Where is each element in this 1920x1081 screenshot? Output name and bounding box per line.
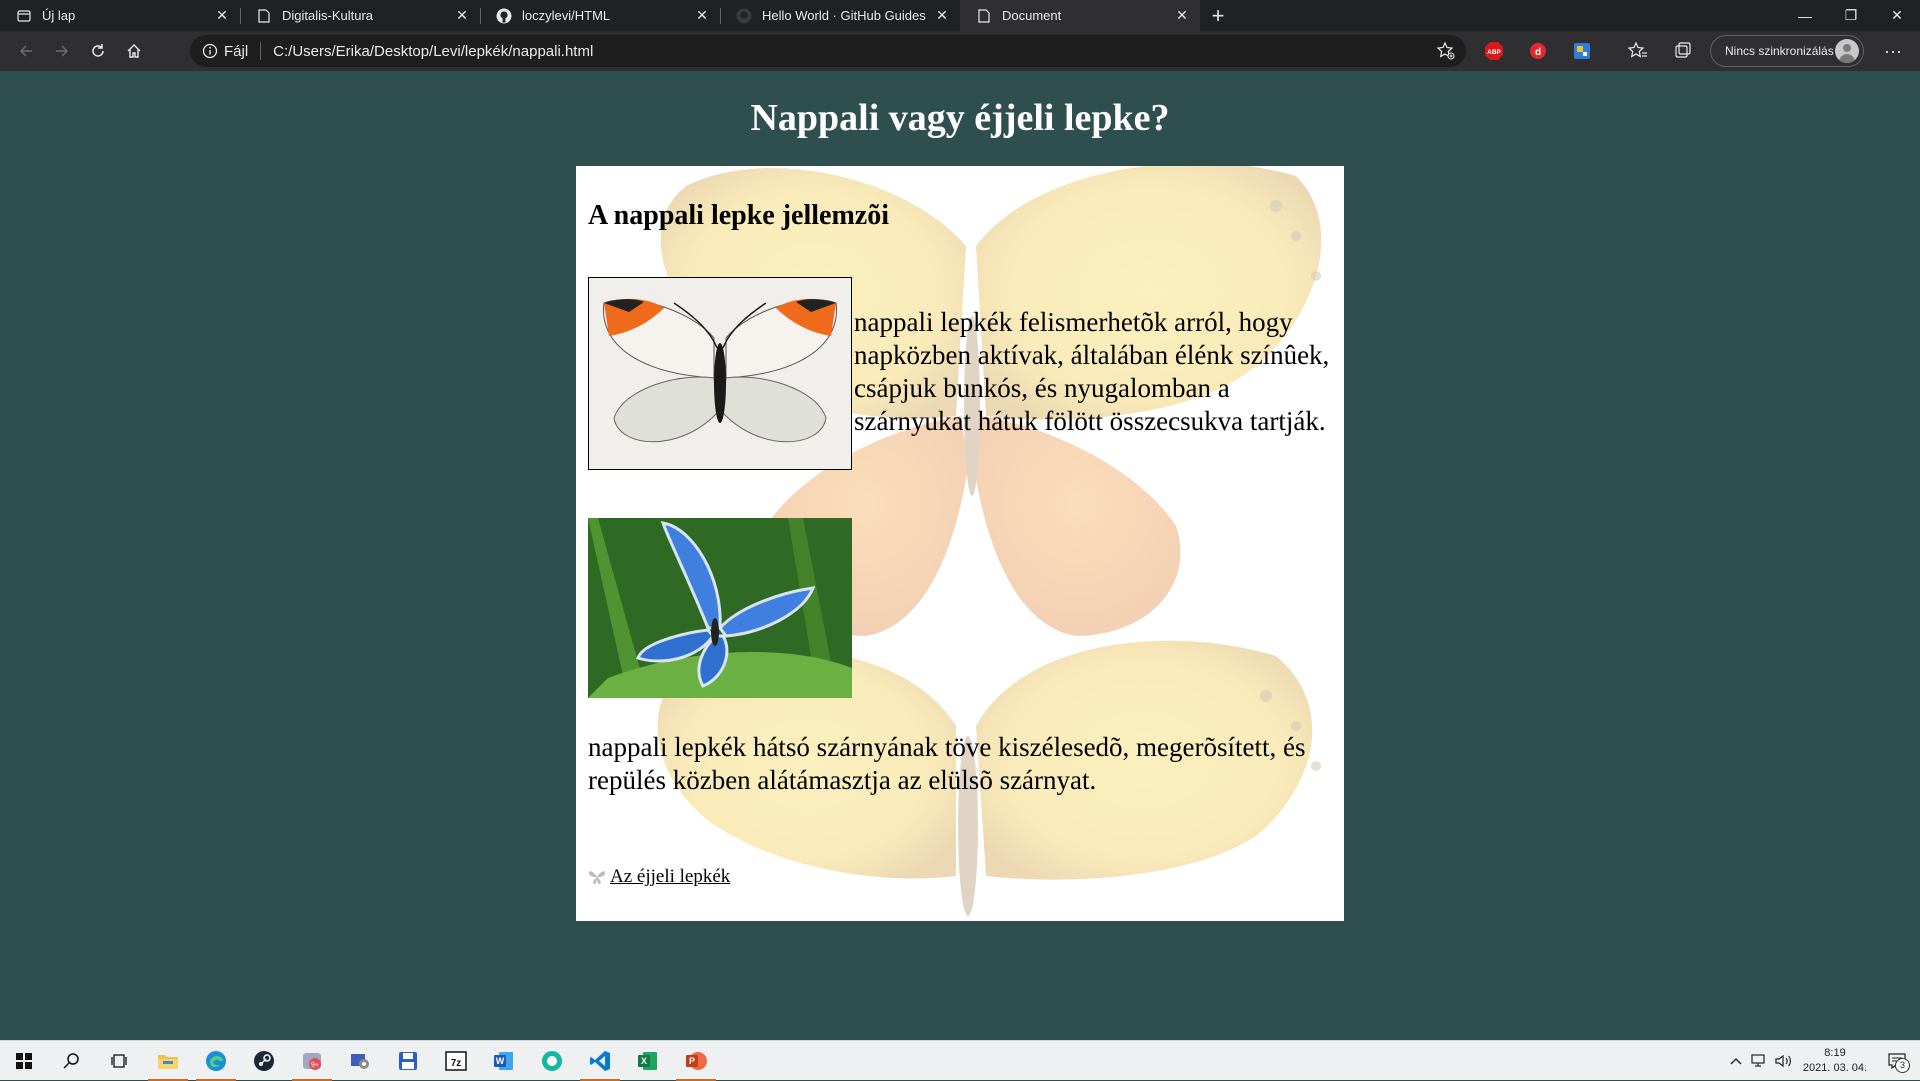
avatar [1835,39,1859,63]
notification-count-badge: 3 [1895,1057,1910,1073]
task-view-icon[interactable] [96,1041,144,1081]
favorites-icon[interactable] [1626,39,1650,63]
tab-close-icon[interactable]: ✕ [934,7,950,24]
svg-text:X: X [641,1056,647,1066]
profile-button[interactable]: Nincs szinkronizálás [1710,35,1864,67]
chevron-up-icon[interactable] [1724,1041,1748,1081]
profile-label: Nincs szinkronizálás [1725,44,1834,58]
page-title: Nappali vagy éjjeli lepke? [750,97,1170,139]
page-icon [256,8,272,24]
app-red-icon[interactable]: 9+ [288,1041,336,1081]
tab-title: Digitalis-Kultura [282,8,374,23]
minimize-icon[interactable]: — [1782,0,1828,31]
ext-blue-icon[interactable] [1570,39,1594,63]
excel-icon[interactable]: X [624,1041,672,1081]
tab-close-icon[interactable]: ✕ [1174,7,1190,24]
svg-text:W: W [496,1056,505,1066]
taskbar: 9+ 7z W X P 8:19 2021. 03. 04. 3 [0,1040,1920,1081]
ext-red-icon[interactable]: d [1526,39,1550,63]
more-menu-icon[interactable]: ··· [1878,39,1908,63]
github-icon [736,8,752,24]
tab-loczylevi-html[interactable]: loczylevi/HTML ✕ [480,0,720,31]
night-moths-link-wrapper: Az éjjeli lepkék [588,866,730,888]
site-info[interactable]: Fájl [202,42,262,60]
vscode-icon[interactable] [576,1041,624,1081]
orange-tip-butterfly-image [588,277,852,470]
clock-date: 2021. 03. 04. [1802,1061,1868,1074]
tab-hello-world[interactable]: Hello World · GitHub Guides ✕ [720,0,960,31]
tab-strip: Új lap ✕ Digitalis-Kultura ✕ loczylevi/H… [0,0,1920,31]
svg-text:7z: 7z [451,1058,462,1069]
night-moths-link[interactable]: Az éjjeli lepkék [610,866,730,888]
github-icon [496,8,512,24]
restore-icon[interactable]: ❐ [1828,0,1874,31]
tab-digitalis-kultura[interactable]: Digitalis-Kultura ✕ [240,0,480,31]
tab-title: Hello World · GitHub Guides [762,8,926,23]
content-panel: A nappali lepke jellemzõi nappali lepkék… [576,166,1344,921]
word-icon[interactable]: W [480,1041,528,1081]
7zip-icon[interactable]: 7z [432,1041,480,1081]
notification-center-icon[interactable]: 3 [1874,1041,1920,1081]
address-bar[interactable]: Fájl C:/Users/Erika/Desktop/Levi/lepkék/… [190,35,1466,67]
tab-new-tab[interactable]: Új lap ✕ [0,0,240,31]
forward-icon[interactable] [44,35,80,67]
tab-close-icon[interactable]: ✕ [694,7,710,24]
protocol-label: Fájl [224,42,249,60]
back-icon[interactable] [8,35,44,67]
svg-text:d: d [1535,47,1541,58]
window-controls: — ❐ ✕ [1782,0,1920,31]
new-tab-icon [16,8,32,24]
browser-toolbar: Fájl C:/Users/Erika/Desktop/Levi/lepkék/… [0,31,1920,71]
paragraph-daytime-traits: nappali lepkék felismerhetõk arról, hogy… [854,307,1330,436]
tab-close-icon[interactable]: ✕ [454,7,470,24]
tab-close-icon[interactable]: ✕ [214,7,230,24]
powerpoint-icon[interactable]: P [672,1041,720,1081]
favorites-add-icon[interactable] [1436,41,1456,65]
home-icon[interactable] [116,35,152,67]
refresh-icon[interactable] [80,35,116,67]
page-icon [976,8,992,24]
tab-title: Új lap [42,8,76,23]
blue-butterfly-image [588,518,852,698]
page-viewport: Nappali vagy éjjeli lepke? A nappali lep… [0,71,1920,1040]
tab-document[interactable]: Document ✕ [960,0,1200,31]
tab-title: loczylevi/HTML [522,8,611,23]
section-heading: A nappali lepke jellemzõi [588,200,889,231]
floppy-save-icon[interactable] [384,1041,432,1081]
network-icon[interactable] [1748,1041,1772,1081]
svg-text:9+: 9+ [311,1062,319,1069]
clock[interactable]: 8:19 2021. 03. 04. [1796,1046,1874,1076]
paragraph-hindwing: nappali lepkék hátsó szárnyának töve kis… [588,732,1306,795]
tab-title: Document [1002,8,1062,23]
start-icon[interactable] [0,1041,48,1081]
edge-icon[interactable] [192,1041,240,1081]
app-people-icon[interactable] [336,1041,384,1081]
system-tray: 8:19 2021. 03. 04. 3 [1724,1041,1920,1081]
app-green-icon[interactable] [528,1041,576,1081]
adblock-icon[interactable]: ABP [1482,39,1506,63]
new-tab-button[interactable]: + [1200,0,1236,31]
svg-text:P: P [689,1056,695,1066]
butterfly-icon [588,871,606,885]
url-text: C:/Users/Erika/Desktop/Levi/lepkék/nappa… [273,42,594,60]
svg-text:ABP: ABP [1487,49,1501,56]
info-icon [202,43,218,59]
search-icon[interactable] [48,1041,96,1081]
steam-icon[interactable] [240,1041,288,1081]
volume-icon[interactable] [1772,1041,1796,1081]
close-window-icon[interactable]: ✕ [1874,0,1920,31]
collections-icon[interactable] [1671,39,1695,63]
clock-time: 8:19 [1824,1046,1846,1059]
file-explorer-icon[interactable] [144,1041,192,1081]
